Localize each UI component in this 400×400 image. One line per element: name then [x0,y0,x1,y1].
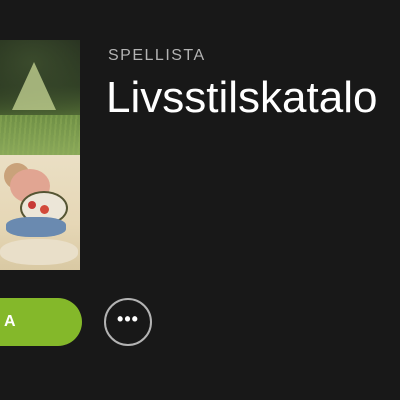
playlist-title: Livsstilskatalo [106,73,378,122]
cover-tile-painting [0,155,80,270]
cover-tile-landscape [0,40,80,155]
playlist-header: SPELLISTA Livsstilskatalo A ••• [0,0,400,400]
cover-figure-water [6,217,66,237]
playlist-cover[interactable] [0,40,80,270]
cover-grass [0,115,80,155]
more-options-button[interactable]: ••• [104,298,152,346]
playlist-type-label: SPELLISTA [108,47,206,64]
play-button[interactable]: A [0,298,82,346]
cover-prism [12,62,56,110]
more-dots-icon: ••• [117,309,139,329]
cover-figure-flower [28,201,36,209]
play-button-label: A [4,313,18,330]
cover-figure-cloth [0,239,78,265]
cover-figure-flower [40,205,49,214]
